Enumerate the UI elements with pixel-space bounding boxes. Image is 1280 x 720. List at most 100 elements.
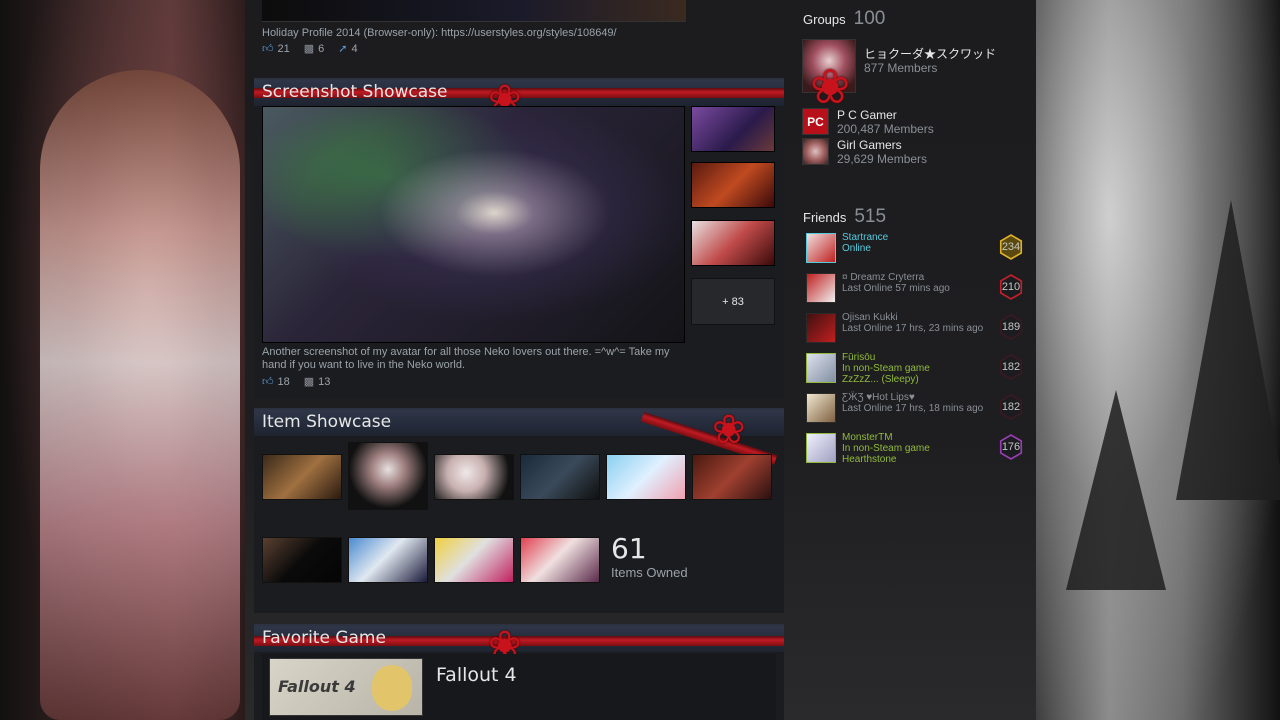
- comment-icon: ▩: [303, 376, 315, 388]
- group-name: Girl Gamers: [837, 138, 902, 152]
- friend-item[interactable]: Fūrisōu In non-Steam game ZzZzZ... (Slee…: [806, 350, 1024, 385]
- friend-avatar: [806, 353, 836, 383]
- showcase-title: Screenshot Showcase: [262, 82, 448, 102]
- item-slot[interactable]: [606, 454, 686, 500]
- group-members: 877 Members: [864, 61, 938, 75]
- friend-item[interactable]: Startrance Online 234: [806, 230, 1024, 264]
- game-logo: Fallout 4: [278, 677, 356, 696]
- showcase-title: Favorite Game: [262, 628, 386, 648]
- item-showcase: Item Showcase ❀ 61 Items Owned: [254, 408, 784, 613]
- screenshot-showcase: Screenshot Showcase ❀ + 83 Another scree…: [254, 78, 784, 398]
- background-left: [0, 0, 245, 720]
- items-owned[interactable]: 61 Items Owned: [611, 532, 688, 580]
- item-slot[interactable]: [434, 537, 514, 583]
- groups-header[interactable]: Groups 100: [803, 8, 885, 30]
- showcase-header: Item Showcase ❀: [254, 410, 784, 465]
- bow-icon: ❀: [712, 408, 746, 452]
- friend-name: Ojisan Kukki: [842, 312, 898, 323]
- background-right: [1036, 0, 1280, 720]
- friends-label: Friends: [803, 210, 847, 225]
- group-name: ヒョクーダ★スクワッド: [864, 47, 997, 61]
- bow-icon: ❀: [810, 61, 851, 114]
- friend-name: Fūrisōu: [842, 352, 876, 363]
- group-name: P C Gamer: [837, 108, 897, 122]
- friends-header[interactable]: Friends 515: [803, 206, 886, 228]
- group-avatar: [802, 138, 829, 165]
- group-members: 29,629 Members: [837, 152, 928, 166]
- item-slot[interactable]: [520, 454, 600, 500]
- friend-level-badge: 234: [1000, 234, 1022, 260]
- featured-screenshot[interactable]: [262, 106, 685, 343]
- friend-avatar: [806, 313, 836, 343]
- items-owned-count: 61: [611, 532, 647, 565]
- share-icon: ➚: [338, 43, 348, 55]
- showcase-header: Screenshot Showcase ❀: [254, 80, 784, 120]
- comment-count[interactable]: ▩ 6: [303, 42, 325, 56]
- item-slot[interactable]: [520, 537, 600, 583]
- friend-name: Startrance: [842, 232, 889, 243]
- item-slot[interactable]: [692, 454, 772, 500]
- tree-shape: [1176, 200, 1280, 500]
- item-slot[interactable]: [262, 454, 342, 500]
- items-owned-label: Items Owned: [611, 565, 688, 580]
- friend-avatar: [806, 233, 836, 263]
- right-sidebar: Groups 100 ヒョクーダ★スクワッド 877 Members ❀ PC …: [796, 0, 1036, 720]
- friend-name: ƸӜƷ ♥Hot Lips♥: [842, 392, 915, 403]
- friend-level-badge: 189: [1000, 314, 1022, 340]
- game-capsule[interactable]: Fallout 4: [269, 658, 423, 716]
- previous-post-stats: 👍︎ 21 ▩ 6 ➚ 4: [262, 42, 358, 56]
- friend-level-badge: 210: [1000, 274, 1022, 300]
- friend-avatar: [806, 433, 836, 463]
- thumbs-up-icon: 👍︎: [262, 43, 274, 55]
- share-count[interactable]: ➚ 4: [338, 42, 357, 56]
- friend-item[interactable]: MonsterTM In non-Steam game Hearthstone …: [806, 430, 1024, 465]
- friend-item[interactable]: ¤ Dreamz Cryterra Last Online 57 mins ag…: [806, 270, 1024, 304]
- friend-game: ZzZzZ... (Sleepy): [842, 374, 919, 385]
- friend-level-badge: 176: [1000, 434, 1022, 460]
- previous-post-text[interactable]: Holiday Profile 2014 (Browser-only): htt…: [262, 27, 617, 39]
- like-count[interactable]: 👍︎ 18: [262, 375, 290, 389]
- like-count[interactable]: 👍︎ 21: [262, 42, 290, 56]
- item-slot[interactable]: [348, 537, 428, 583]
- item-slot[interactable]: [434, 454, 514, 500]
- favorite-game-card: Fallout 4 Fallout 4: [262, 654, 776, 720]
- friend-name: ¤ Dreamz Cryterra: [842, 272, 925, 283]
- friends-count: 515: [854, 206, 887, 227]
- pc-gamer-logo: PC: [802, 108, 829, 135]
- group-item[interactable]: Girl Gamers 29,629 Members: [802, 138, 927, 166]
- previous-post-image[interactable]: [262, 0, 686, 22]
- friend-avatar: [806, 393, 836, 423]
- friend-status: In non-Steam game: [842, 443, 930, 454]
- friend-status: Last Online 17 hrs, 18 mins ago: [842, 403, 984, 414]
- thumbs-up-icon: 👍︎: [262, 376, 274, 388]
- screenshot-caption: Another screenshot of my avatar for all …: [262, 346, 670, 371]
- friend-item[interactable]: ƸӜƷ ♥Hot Lips♥ Last Online 17 hrs, 18 mi…: [806, 390, 1024, 424]
- favorite-game-showcase: Favorite Game ❀ Fallout 4 Fallout 4: [254, 624, 784, 720]
- friend-status: Online: [842, 243, 871, 254]
- friend-game: Hearthstone: [842, 454, 897, 465]
- friend-status: Last Online 17 hrs, 23 mins ago: [842, 323, 984, 334]
- friend-avatar: [806, 273, 836, 303]
- groups-label: Groups: [803, 12, 846, 27]
- main-column: Holiday Profile 2014 (Browser-only): htt…: [254, 0, 784, 720]
- group-item[interactable]: PC P C Gamer 200,487 Members: [802, 108, 934, 136]
- game-name[interactable]: Fallout 4: [436, 664, 517, 686]
- comment-count[interactable]: ▩ 13: [303, 375, 331, 389]
- screenshot-thumbnail[interactable]: [691, 106, 775, 152]
- screenshot-thumbnail[interactable]: [691, 220, 775, 266]
- friend-level-badge: 182: [1000, 354, 1022, 380]
- groups-count: 100: [853, 8, 886, 29]
- vault-boy-icon: [372, 665, 412, 711]
- friend-item[interactable]: Ojisan Kukki Last Online 17 hrs, 23 mins…: [806, 310, 1024, 344]
- item-slot[interactable]: [262, 537, 342, 583]
- showcase-title: Item Showcase: [262, 412, 392, 432]
- friend-name: MonsterTM: [842, 432, 893, 443]
- background-character: [40, 70, 240, 720]
- friend-level-badge: 182: [1000, 394, 1022, 420]
- screenshot-thumbnail[interactable]: [691, 162, 775, 208]
- friend-status: Last Online 57 mins ago: [842, 283, 950, 294]
- more-screenshots-button[interactable]: + 83: [691, 278, 775, 325]
- group-members: 200,487 Members: [837, 122, 934, 136]
- comment-icon: ▩: [303, 43, 315, 55]
- item-slot[interactable]: [348, 442, 428, 510]
